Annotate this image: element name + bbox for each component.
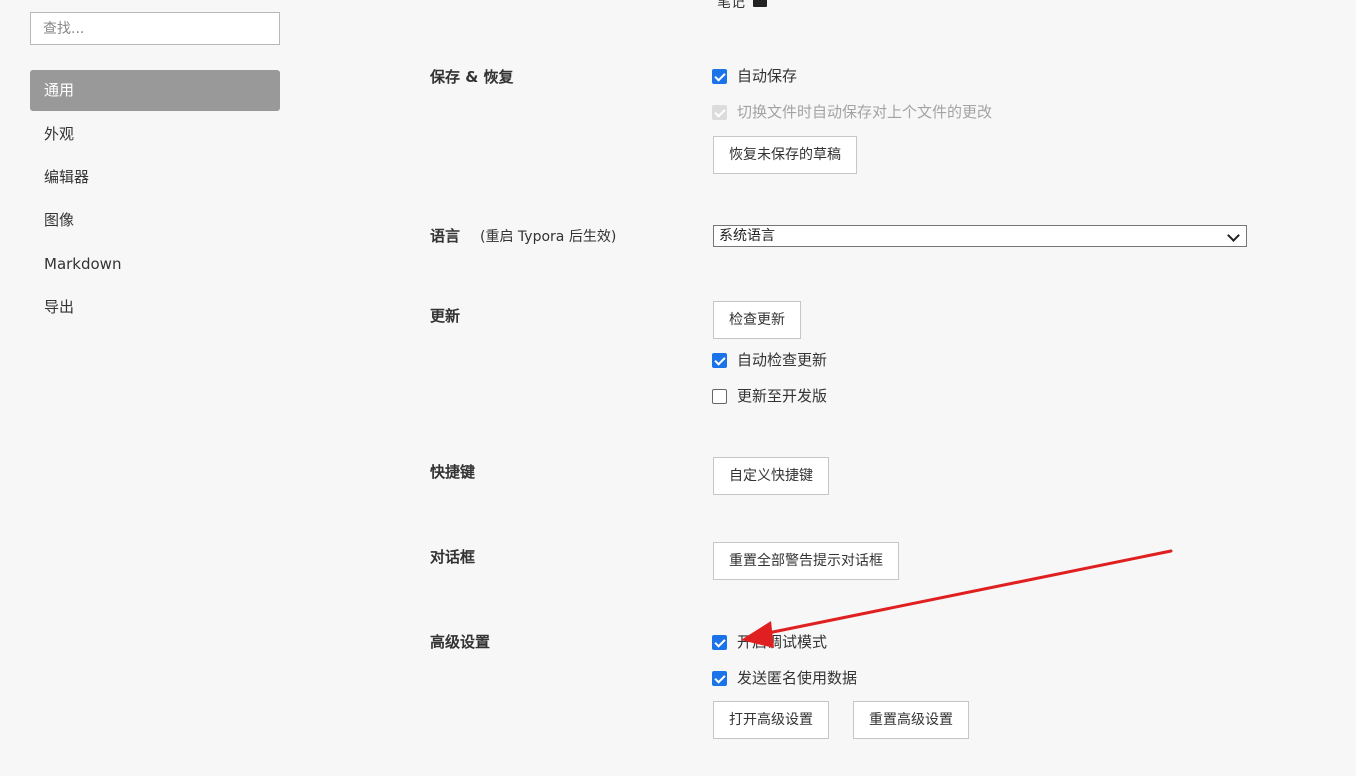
send-anonymous-data-option[interactable]: 发送匿名使用数据 (712, 667, 857, 689)
autosave-checkbox[interactable] (712, 68, 727, 84)
send-anonymous-data-checkbox[interactable] (712, 670, 727, 686)
debug-mode-option[interactable]: 开启调试模式 (712, 631, 827, 653)
send-anonymous-data-label: 发送匿名使用数据 (737, 669, 858, 687)
auto-check-update-checkbox[interactable] (712, 352, 727, 368)
section-title-update: 更新 (430, 307, 461, 325)
settings-panel: 笔记 保存 & 恢复 自动保存 切换文件时自动保存对上个文件的更改 恢复未保存的… (0, 0, 1356, 776)
auto-check-update-option[interactable]: 自动检查更新 (712, 349, 827, 371)
language-selected-value: 系统语言 (719, 228, 775, 244)
section-title-language: 语言 (重启 Typora 后生效) (430, 225, 616, 246)
dev-channel-checkbox[interactable] (712, 388, 727, 404)
reset-advanced-settings-button[interactable]: 重置高级设置 (853, 701, 969, 739)
open-advanced-settings-button[interactable]: 打开高级设置 (713, 701, 829, 739)
chevron-down-icon (1227, 229, 1240, 242)
folder-icon (753, 0, 767, 7)
top-partial-label: 笔记 (717, 0, 745, 11)
language-title: 语言 (430, 227, 461, 245)
debug-mode-checkbox[interactable] (712, 634, 727, 650)
recover-drafts-button[interactable]: 恢复未保存的草稿 (713, 136, 857, 174)
top-partial-row: 笔记 (717, 0, 767, 12)
language-select[interactable]: 系统语言 (713, 225, 1247, 247)
autosave-label: 自动保存 (737, 67, 798, 85)
autosave-on-switch-option: 切换文件时自动保存对上个文件的更改 (712, 101, 992, 123)
dev-channel-label: 更新至开发版 (737, 387, 828, 405)
annotation-arrow-icon (741, 549, 1173, 648)
autosave-option[interactable]: 自动保存 (712, 65, 797, 87)
section-title-save: 保存 & 恢复 (430, 68, 514, 86)
custom-shortcuts-button[interactable]: 自定义快捷键 (713, 457, 829, 495)
section-title-dialogs: 对话框 (430, 548, 476, 566)
autosave-on-switch-checkbox (712, 104, 727, 120)
dev-channel-option[interactable]: 更新至开发版 (712, 385, 827, 407)
reset-warning-dialogs-button[interactable]: 重置全部警告提示对话框 (713, 542, 899, 580)
section-title-shortcuts: 快捷键 (430, 463, 476, 481)
auto-check-update-label: 自动检查更新 (737, 351, 828, 369)
check-update-button[interactable]: 检查更新 (713, 301, 801, 339)
autosave-on-switch-label: 切换文件时自动保存对上个文件的更改 (737, 103, 993, 121)
debug-mode-label: 开启调试模式 (737, 633, 828, 651)
language-hint: (重启 Typora 后生效) (480, 229, 617, 245)
section-title-advanced: 高级设置 (430, 633, 491, 651)
